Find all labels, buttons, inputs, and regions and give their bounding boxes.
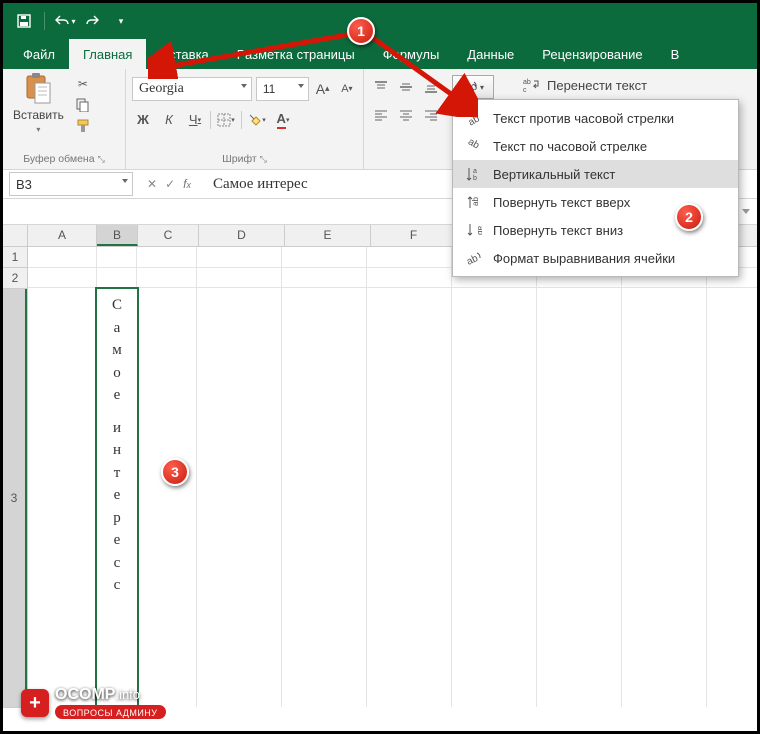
- tab-insert[interactable]: Вставка: [146, 39, 222, 69]
- bold-button[interactable]: Ж: [132, 109, 154, 131]
- undo-icon[interactable]: ▾: [54, 10, 76, 32]
- svg-text:a: a: [473, 168, 477, 175]
- col-header-a[interactable]: A: [28, 225, 97, 246]
- format-align-icon: ab: [465, 249, 483, 267]
- callout-2: 2: [675, 203, 703, 231]
- paste-label: Вставить: [13, 108, 64, 122]
- borders-button[interactable]: ▾: [215, 109, 237, 131]
- align-top-icon[interactable]: [370, 76, 392, 98]
- svg-text:ab: ab: [471, 197, 480, 206]
- fill-color-button[interactable]: ▾: [246, 109, 268, 131]
- paste-button[interactable]: Вставить ▾: [9, 73, 68, 151]
- align-left-icon[interactable]: [370, 104, 392, 126]
- col-header-b[interactable]: B: [97, 225, 138, 246]
- tab-review[interactable]: Рецензирование: [528, 39, 656, 69]
- font-dialog-launcher-icon[interactable]: ⤡: [260, 154, 267, 165]
- rotate-down-icon: ab: [465, 221, 483, 239]
- tab-file[interactable]: Файл: [9, 39, 69, 69]
- qat-customize-icon[interactable]: ▾: [110, 10, 132, 32]
- underline-button[interactable]: Ч ▾: [184, 109, 206, 131]
- tab-formulas[interactable]: Формулы: [369, 39, 454, 69]
- col-header-d[interactable]: D: [199, 225, 285, 246]
- copy-icon[interactable]: [74, 96, 92, 114]
- orientation-format-cells[interactable]: abФормат выравнивания ячейки: [453, 244, 738, 272]
- orientation-button[interactable]: ab ▾: [452, 75, 494, 99]
- font-color-button[interactable]: А ▾: [272, 109, 294, 131]
- font-group-label: Шрифт: [222, 153, 257, 165]
- svg-text:ab: ab: [523, 79, 531, 86]
- tab-data[interactable]: Данные: [453, 39, 528, 69]
- decrease-font-icon[interactable]: A▾: [337, 78, 357, 100]
- clipboard-group-label: Буфер обмена: [23, 153, 94, 165]
- increase-font-icon[interactable]: A▴: [313, 78, 333, 100]
- font-size-combo[interactable]: 11: [256, 77, 309, 101]
- rotate-up-icon: ab: [465, 193, 483, 211]
- name-box[interactable]: B3: [9, 172, 133, 196]
- redo-icon[interactable]: [82, 10, 104, 32]
- col-header-f[interactable]: F: [371, 225, 457, 246]
- row-header-1[interactable]: 1: [3, 247, 27, 268]
- orientation-ccw[interactable]: abТекст против часовой стрелки: [453, 104, 738, 132]
- row-header-3[interactable]: 3: [3, 289, 27, 708]
- cell-grid[interactable]: Самоеинтересс: [28, 247, 757, 707]
- fx-icon[interactable]: fx: [183, 177, 191, 191]
- watermark-logo: + OCOMP.info ВОПРОСЫ АДМИНУ: [21, 687, 166, 719]
- svg-text:ab: ab: [466, 253, 480, 266]
- clipboard-dialog-launcher-icon[interactable]: ⤡: [98, 154, 105, 165]
- italic-button[interactable]: К: [158, 109, 180, 131]
- select-all-corner[interactable]: [3, 225, 28, 247]
- ribbon-tabs: Файл Главная Вставка Разметка страницы Ф…: [3, 39, 757, 69]
- align-middle-icon[interactable]: [395, 76, 417, 98]
- align-center-icon[interactable]: [395, 104, 417, 126]
- cancel-formula-icon[interactable]: ✕: [147, 177, 157, 191]
- title-bar: ▾ ▾: [3, 3, 757, 39]
- callout-1: 1: [347, 17, 375, 45]
- orientation-dropdown: abТекст против часовой стрелки abТекст п…: [452, 99, 739, 277]
- cut-icon[interactable]: ✂: [74, 75, 92, 93]
- wrap-text-button[interactable]: abc Перенести текст: [523, 77, 647, 93]
- tab-more[interactable]: В: [657, 39, 694, 69]
- cell-value: Самоеинтересс: [97, 289, 137, 602]
- align-right-icon[interactable]: [420, 104, 442, 126]
- font-name-combo[interactable]: Georgia: [132, 77, 252, 101]
- orientation-vertical[interactable]: abВертикальный текст: [453, 160, 738, 188]
- ribbon: Вставить ▾ ✂ Буфер обмена ⤡ Georgia 11 A▴…: [3, 69, 757, 170]
- tab-layout[interactable]: Разметка страницы: [223, 39, 369, 69]
- col-header-c[interactable]: C: [138, 225, 199, 246]
- svg-text:b: b: [473, 175, 477, 182]
- row-headers: 1 2 3: [3, 247, 28, 707]
- save-icon[interactable]: [13, 10, 35, 32]
- col-header-e[interactable]: E: [285, 225, 371, 246]
- svg-text:c: c: [523, 87, 527, 93]
- logo-badge-icon: +: [21, 689, 49, 717]
- tab-home[interactable]: Главная: [69, 39, 146, 69]
- row-header-2[interactable]: 2: [3, 268, 27, 289]
- rotate-cw-icon: ab: [465, 137, 483, 155]
- svg-text:ab: ab: [466, 138, 481, 152]
- vertical-text-icon: ab: [465, 165, 483, 183]
- align-bottom-icon[interactable]: [420, 76, 442, 98]
- svg-text:ab: ab: [466, 113, 482, 126]
- svg-text:ab: ab: [463, 80, 478, 95]
- orientation-cw[interactable]: abТекст по часовой стрелке: [453, 132, 738, 160]
- rotate-ccw-icon: ab: [465, 109, 483, 127]
- format-painter-icon[interactable]: [74, 117, 92, 135]
- active-cell[interactable]: Самоеинтересс: [95, 287, 139, 709]
- enter-formula-icon[interactable]: ✓: [165, 177, 175, 191]
- svg-text:ab: ab: [476, 226, 482, 235]
- callout-3: 3: [161, 458, 189, 486]
